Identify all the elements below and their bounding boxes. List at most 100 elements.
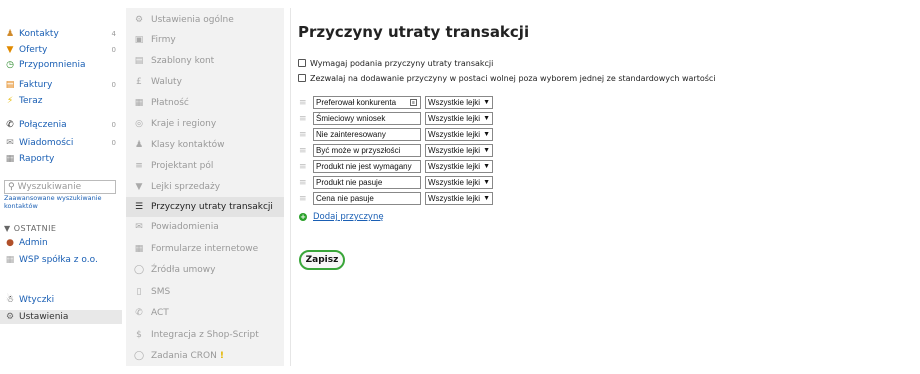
chart-icon: ▦	[5, 154, 15, 164]
recent-label: Admin	[19, 238, 48, 248]
funnel-select[interactable]: Wszystkie lejki ▼	[425, 160, 493, 173]
submenu-item-templates[interactable]: ▤ Szablony kont	[126, 51, 284, 71]
submenu-item-field-designer[interactable]: ≡ Projektant pól	[126, 156, 284, 176]
lightning-icon: ⚡	[6, 96, 14, 106]
require-reason-option[interactable]: Wymagaj podania przyczyny utraty transak…	[298, 57, 493, 69]
freeform-reason-option[interactable]: Zezwalaj na dodawanie przyczyny w postac…	[298, 72, 716, 84]
drag-handle-icon[interactable]: ≡	[299, 146, 307, 155]
users-icon: ♟	[134, 140, 144, 150]
submenu-item-web-forms[interactable]: ▦ Formularze internetowe	[126, 239, 284, 259]
chevron-down-icon: ▼	[483, 195, 490, 202]
submenu-item-lost-reasons[interactable]: ☰ Przyczyny utraty transakcji	[126, 197, 284, 217]
funnel-select[interactable]: Wszystkie lejki ▼	[425, 144, 493, 157]
reason-input[interactable]: Nie zainteresowany	[313, 128, 421, 141]
freeform-reason-checkbox[interactable]	[298, 74, 306, 82]
submenu-item-cron[interactable]: ◯ Zadania CRON!	[126, 346, 284, 366]
add-reason-link[interactable]: + Dodaj przyczynę	[299, 212, 384, 222]
recent-item-admin[interactable]: ● Admin	[4, 236, 118, 250]
funnel-select-value: Wszystkie lejki	[428, 130, 481, 139]
submenu-label: Zadania CRON	[151, 351, 217, 361]
clock-icon: ◷	[6, 60, 14, 70]
require-reason-checkbox[interactable]	[298, 59, 306, 67]
drag-handle-icon[interactable]: ≡	[299, 194, 307, 203]
company-icon: ▦	[5, 255, 15, 265]
payment-icon: ▦	[134, 98, 144, 108]
reason-input[interactable]: Być może w przyszłości	[313, 144, 421, 157]
nav-item-teraz[interactable]: ⚡ Teraz	[4, 94, 118, 108]
funnel-select[interactable]: Wszystkie lejki ▼	[425, 112, 493, 125]
submenu-item-payment[interactable]: ▦ Płatność	[126, 93, 284, 113]
user-avatar-icon: ●	[6, 238, 14, 248]
submenu-label: SMS	[151, 287, 171, 297]
submenu-item-general[interactable]: ⚙ Ustawienia ogólne	[126, 10, 284, 30]
nav-label: Raporty	[19, 154, 55, 164]
nav-item-ustawienia[interactable]: ⚙ Ustawienia	[0, 310, 122, 324]
nav-label: Ustawienia	[19, 312, 69, 322]
recent-item-company[interactable]: ▦ WSP spółka z o.o.	[4, 253, 118, 267]
submenu-item-countries[interactable]: ◎ Kraje i regiony	[126, 114, 284, 134]
submenu-item-act[interactable]: ✆ ACT	[126, 303, 284, 323]
freeform-reason-label: Zezwalaj na dodawanie przyczyny w postac…	[310, 73, 716, 83]
list-icon: ☰	[134, 202, 144, 212]
currency-icon: £	[136, 77, 142, 87]
submenu-item-deal-sources[interactable]: ◯ Źródła umowy	[126, 260, 284, 280]
recent-header[interactable]: ▼ OSTATNIE	[4, 224, 56, 233]
nav-item-wiadomosci[interactable]: ✉ Wiadomości 0	[4, 136, 118, 150]
plug-icon: ☃	[5, 295, 15, 305]
nav-item-oferty[interactable]: ▼ Oferty 0	[4, 43, 118, 57]
reason-value: Śmieciowy wniosek	[316, 114, 386, 123]
funnel-select[interactable]: Wszystkie lejki ▼	[425, 128, 493, 141]
reason-input[interactable]: Cena nie pasuje	[313, 192, 421, 205]
funnel-select[interactable]: Wszystkie lejki ▼	[425, 96, 493, 109]
drag-handle-icon[interactable]: ≡	[299, 178, 307, 187]
nav-item-raporty[interactable]: ▦ Raporty	[4, 152, 118, 166]
submenu-item-contact-classes[interactable]: ♟ Klasy kontaktów	[126, 135, 284, 155]
drag-handle-icon[interactable]: ≡	[299, 114, 307, 123]
fields-icon: ≡	[135, 161, 143, 171]
nav-item-faktury[interactable]: ▤ Faktury 0	[4, 78, 118, 92]
submenu-item-funnels[interactable]: ▼ Lejki sprzedaży	[126, 177, 284, 197]
drag-handle-icon[interactable]: ≡	[299, 98, 307, 107]
submenu-item-sms[interactable]: ▯ SMS	[126, 282, 284, 302]
gear-icon: ⚙	[134, 15, 144, 25]
add-reason-label: Dodaj przyczynę	[313, 212, 384, 222]
save-button[interactable]: Zapisz	[299, 250, 345, 270]
search-input[interactable]: ⚲ Wyszukiwanie	[4, 180, 116, 194]
reason-row: ≡ Nie zainteresowany Wszystkie lejki ▼	[299, 128, 493, 141]
submenu-label: Firmy	[151, 35, 176, 45]
mobile-icon: ▯	[136, 287, 142, 297]
reason-input[interactable]: Preferował konkurenta ≡	[313, 96, 421, 109]
submenu-item-companies[interactable]: ▣ Firmy	[126, 30, 284, 50]
submenu-item-currencies[interactable]: £ Waluty	[126, 72, 284, 92]
submenu-item-notifications[interactable]: ✉ Powiadomienia	[126, 217, 284, 237]
source-icon: ◯	[133, 265, 145, 275]
nav-count: 0	[111, 139, 116, 147]
submenu-item-shop-script[interactable]: $ Integracja z Shop-Script	[126, 325, 284, 345]
nav-item-przypomnienia[interactable]: ◷ Przypomnienia	[4, 58, 118, 72]
nav-item-polaczenia[interactable]: ✆ Połączenia 0	[4, 118, 118, 132]
advanced-search-link[interactable]: Zaawansowane wyszukiwanie kontaktów	[4, 194, 122, 210]
reason-input[interactable]: Produkt nie pasuje	[313, 176, 421, 189]
funnel-icon: ▼	[6, 45, 14, 55]
mail-icon: ✉	[6, 138, 14, 148]
nav-item-wtyczki[interactable]: ☃ Wtyczki	[4, 293, 118, 307]
reason-row: ≡ Śmieciowy wniosek Wszystkie lejki ▼	[299, 112, 493, 125]
funnel-select-value: Wszystkie lejki	[428, 114, 481, 123]
submenu-label: Kraje i regiony	[151, 119, 217, 129]
nav-count: 0	[111, 121, 116, 129]
funnel-select[interactable]: Wszystkie lejki ▼	[425, 192, 493, 205]
globe-icon: ◎	[135, 119, 143, 129]
settings-submenu: ⚙ Ustawienia ogólne ▣ Firmy ▤ Szablony kont…	[126, 8, 284, 366]
reason-row: ≡ Cena nie pasuje Wszystkie lejki ▼	[299, 192, 493, 205]
reason-value: Cena nie pasuje	[316, 194, 374, 203]
main-content: Przyczyny utraty transakcji Wymagaj poda…	[290, 8, 912, 366]
submenu-label: Przyczyny utraty transakcji	[151, 202, 273, 212]
drag-handle-icon[interactable]: ≡	[299, 162, 307, 171]
reason-input[interactable]: Produkt nie jest wymagany	[313, 160, 421, 173]
drag-handle-icon[interactable]: ≡	[299, 130, 307, 139]
submenu-label: Lejki sprzedaży	[151, 182, 221, 192]
nav-item-kontakty[interactable]: ♟ Kontakty 4	[4, 27, 118, 41]
funnel-select[interactable]: Wszystkie lejki ▼	[425, 176, 493, 189]
reason-input[interactable]: Śmieciowy wniosek	[313, 112, 421, 125]
collapse-icon: ▼	[4, 224, 11, 233]
